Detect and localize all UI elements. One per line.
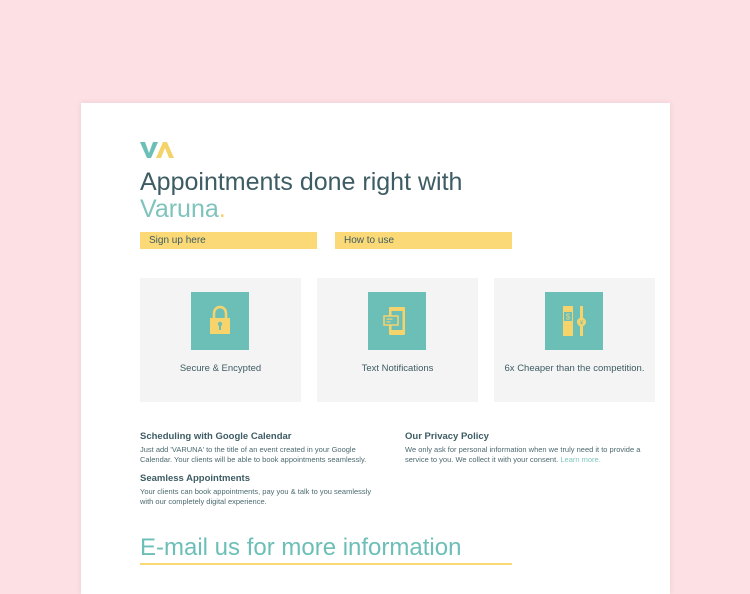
section-body: We only ask for personal information whe… [405,445,641,464]
section-title: Seamless Appointments [140,473,250,484]
lock-icon [191,292,249,350]
feature-card-security: Secure & Encypted [140,278,301,402]
how-to-use-button[interactable]: How to use [335,232,512,249]
svg-text:$: $ [566,313,571,322]
seamless-appointments-section: Seamless Appointments Your clients can b… [140,473,380,507]
learn-more-link[interactable]: Learn more. [560,455,600,464]
page-card: Appointments done right with Varuna. Sig… [81,103,670,594]
privacy-policy-section: Our Privacy Policy We only ask for perso… [405,431,645,465]
feature-card-price: $ ¥ 6x Cheaper than the competition. [494,278,655,402]
section-body: Your clients can book appointments, pay … [140,487,372,506]
feature-label: 6x Cheaper than the competition. [504,363,645,374]
section-body: Just add 'VARUNA' to the title of an eve… [140,445,367,464]
sign-up-button[interactable]: Sign up here [140,232,317,249]
google-calendar-section: Scheduling with Google Calendar Just add… [140,431,380,465]
brand-name: Varuna. [140,195,226,223]
feature-card-notifications: Text Notifications [317,278,478,402]
page-title: Appointments done right with Varuna. [140,169,462,223]
varuna-logo [140,142,174,158]
section-title: Our Privacy Policy [405,431,489,442]
headline-text: Appointments done right with [140,168,463,196]
money-slider-icon: $ ¥ [545,292,603,350]
feature-label: Secure & Encypted [179,363,262,374]
email-cta-link[interactable]: E-mail us for more information [140,534,512,565]
phone-notification-icon [368,292,426,350]
feature-label: Text Notifications [361,363,434,374]
section-title: Scheduling with Google Calendar [140,431,292,442]
